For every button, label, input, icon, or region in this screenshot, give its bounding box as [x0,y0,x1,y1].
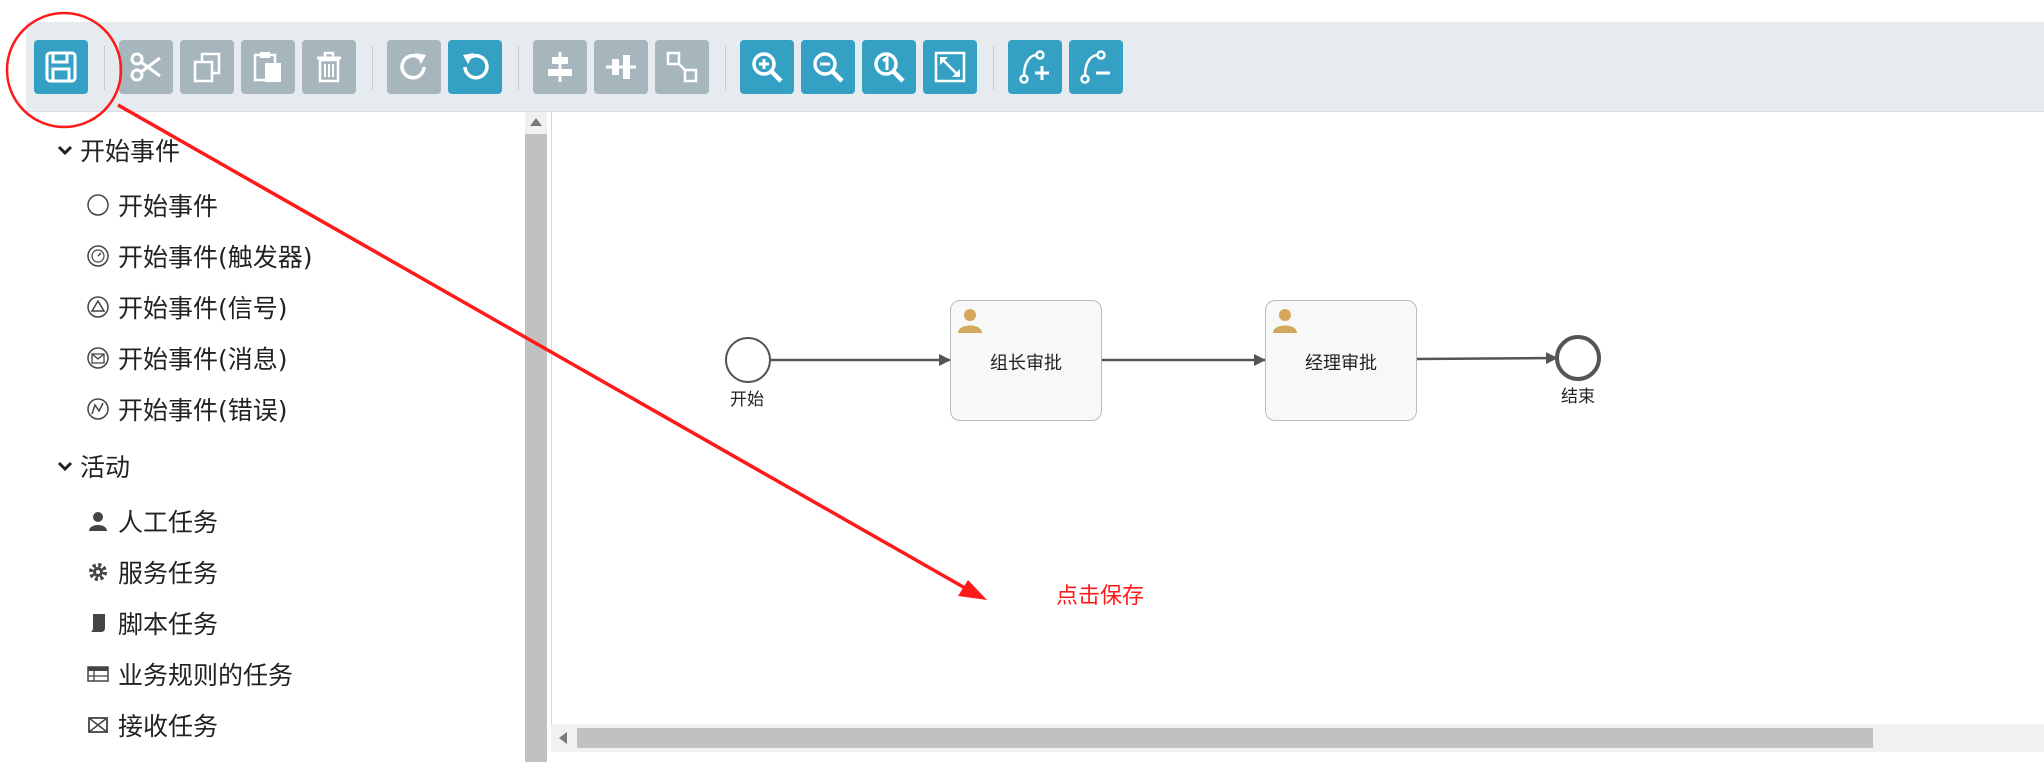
palette-item-receive-task[interactable]: 接收任务 [86,708,218,742]
palette-item-label: 业务规则的任务 [118,661,294,690]
toolbar-separator [725,46,726,90]
palette-item-label: 接收任务 [118,712,219,741]
align-horizontal-button[interactable] [533,40,587,94]
palette-item-label: 开始事件 [118,192,219,221]
palette-item-script-task[interactable]: 脚本任务 [86,606,218,640]
copy-button[interactable] [180,40,234,94]
cut-button[interactable] [119,40,173,94]
scrollbar-thumb[interactable] [525,134,547,762]
circle-icon [86,193,110,217]
zoom-actual-button[interactable] [862,40,916,94]
palette-group-activities[interactable]: 活动 [56,448,130,484]
end-event[interactable] [1555,335,1601,381]
user-icon [1273,309,1297,333]
delete-button[interactable] [302,40,356,94]
sequence-flow[interactable] [1414,352,1558,365]
palette-group-start-events[interactable]: 开始事件 [56,132,180,168]
palette-scrollbar[interactable] [525,112,547,762]
save-icon [45,51,77,83]
align-vertical-button[interactable] [594,40,648,94]
palette-item-signal-start-event[interactable]: 开始事件(信号) [86,290,288,324]
copy-icon [193,52,221,83]
toolbar-separator [518,46,519,90]
start-event[interactable] [725,337,771,383]
message-icon [86,346,110,370]
align-vertical-icon [606,55,636,79]
error-icon [86,397,110,421]
toolbar-separator [372,46,373,90]
same-size-icon [666,51,698,83]
palette-item-label: 开始事件(触发器) [118,243,313,272]
zoom-out-button[interactable] [801,40,855,94]
canvas-scrollbar[interactable] [551,724,2044,752]
palette-group-label: 活动 [80,453,131,482]
palette-item-error-start-event[interactable]: 开始事件(错误) [86,392,288,426]
timer-icon [86,244,110,268]
scroll-up-arrow[interactable] [530,118,542,126]
save-button[interactable] [34,40,88,94]
user-task-team-lead[interactable]: 组长审批 [950,300,1102,421]
palette-item-user-task[interactable]: 人工任务 [86,504,218,538]
user-task-manager[interactable]: 经理审批 [1265,300,1417,421]
palette-item-business-rule-task[interactable]: 业务规则的任务 [86,657,293,691]
remove-bendpoint-icon [1080,50,1110,84]
palette-item-label: 脚本任务 [118,610,219,639]
envelope-icon [86,713,110,737]
scissors-icon [130,52,161,82]
paste-button[interactable] [241,40,295,94]
add-bendpoint-button[interactable] [1008,40,1062,94]
table-icon [86,662,110,686]
zoom-out-icon [813,52,844,83]
undo-icon [463,53,489,80]
trash-icon [317,51,341,83]
chevron-down-icon [57,461,73,472]
palette-item-start-event[interactable]: 开始事件 [86,188,218,222]
palette-item-label: 开始事件(错误) [118,396,288,425]
undo-button[interactable] [448,40,502,94]
redo-button[interactable] [387,40,441,94]
toolbar [26,22,2044,112]
end-event-label: 结束 [1561,387,1595,407]
remove-bendpoint-button[interactable] [1069,40,1123,94]
diagram-canvas[interactable]: 开始 结束 组长审批 经理审批 [551,112,2044,724]
chevron-down-icon [57,145,73,156]
script-icon [86,611,110,635]
palette-item-label: 开始事件(消息) [118,345,288,374]
zoom-fit-icon [934,51,966,83]
redo-icon [400,53,426,80]
palette-item-message-start-event[interactable]: 开始事件(消息) [86,341,288,375]
zoom-fit-button[interactable] [923,40,977,94]
user-icon [958,309,982,333]
paste-icon [253,52,281,82]
palette-item-timer-start-event[interactable]: 开始事件(触发器) [86,239,313,273]
align-horizontal-icon [548,52,572,82]
same-size-button[interactable] [655,40,709,94]
palette-item-label: 开始事件(信号) [118,294,288,323]
gear-icon [86,560,110,584]
scroll-left-arrow[interactable] [559,732,567,744]
annotation-text: 点击保存 [1056,584,1145,609]
signal-icon [86,295,110,319]
zoom-in-icon [752,52,783,83]
zoom-actual-icon [874,52,905,83]
toolbar-separator [993,46,994,90]
task-label: 组长审批 [990,353,1062,374]
zoom-in-button[interactable] [740,40,794,94]
user-icon [86,509,110,533]
start-event-label: 开始 [730,390,764,410]
toolbar-separator [104,46,105,90]
task-label: 经理审批 [1305,353,1377,374]
palette-item-label: 服务任务 [118,559,219,588]
shape-palette: 开始事件 开始事件 开始事件(触发器) 开始事件(信号) 开始事件(消息) 开始… [0,112,525,762]
add-bendpoint-icon [1019,50,1049,84]
scrollbar-thumb[interactable] [577,728,1873,748]
palette-item-label: 人工任务 [118,508,219,537]
palette-group-label: 开始事件 [80,137,181,166]
palette-item-service-task[interactable]: 服务任务 [86,555,218,589]
